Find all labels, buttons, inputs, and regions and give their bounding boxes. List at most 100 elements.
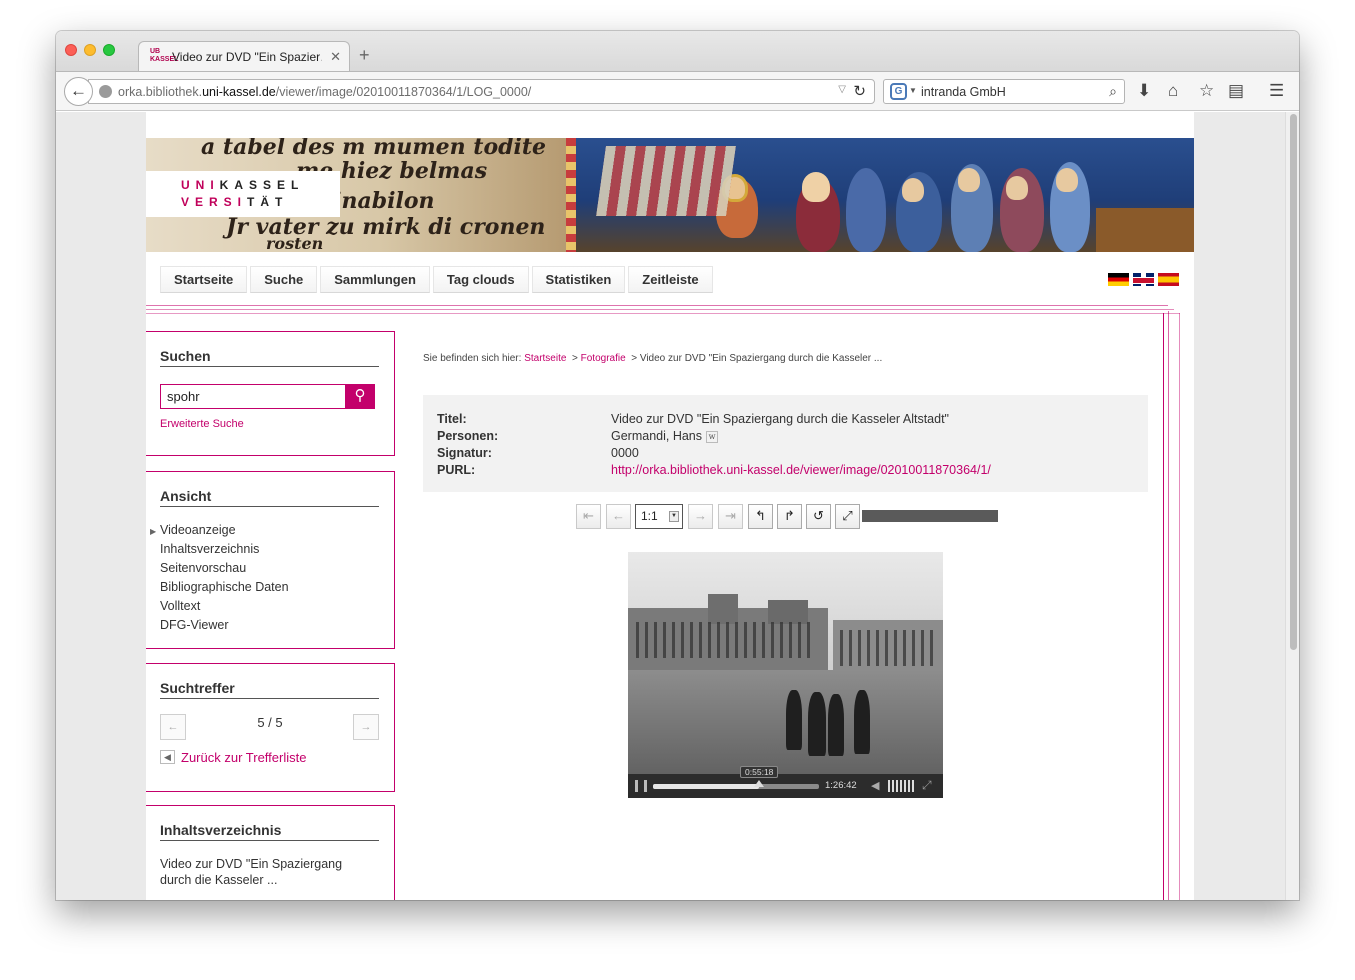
search-input[interactable] bbox=[160, 384, 347, 409]
view-item-label: Videoanzeige bbox=[160, 523, 236, 537]
url-text[interactable]: orka.bibliothek.uni-kassel.de/viewer/ima… bbox=[118, 85, 531, 99]
home-icon[interactable]: ⌂ bbox=[1168, 81, 1178, 101]
vertical-scrollbar[interactable] bbox=[1285, 112, 1299, 900]
search-bar[interactable]: G ▼ intranda GmbH ⌕ bbox=[883, 79, 1125, 104]
next-hit-button[interactable]: → bbox=[353, 714, 379, 740]
english-flag-icon[interactable] bbox=[1133, 273, 1154, 286]
wikipedia-icon[interactable]: w bbox=[706, 430, 719, 443]
view-item-inhaltsverzeichnis[interactable]: Inhaltsverzeichnis bbox=[160, 541, 289, 560]
last-page-icon[interactable]: ⇥ bbox=[718, 504, 743, 529]
video-frame bbox=[854, 690, 870, 754]
fullscreen-icon[interactable]: ⤢ bbox=[835, 504, 860, 529]
back-arrow-icon[interactable]: ◀ bbox=[160, 750, 175, 764]
tab-close-icon[interactable]: ✕ bbox=[330, 49, 341, 65]
search-submit-button[interactable]: ⚲ bbox=[345, 384, 375, 409]
next-page-icon[interactable]: → bbox=[688, 504, 713, 529]
persons-value: Germandi, Hans bbox=[611, 429, 703, 443]
web-page: a tabel des m mumen todite me hiez belma… bbox=[146, 112, 1194, 900]
frame-line bbox=[1168, 311, 1169, 900]
video-frame bbox=[840, 630, 936, 666]
frame-line bbox=[1163, 313, 1164, 900]
volume-slider[interactable] bbox=[888, 780, 916, 792]
browser-tab[interactable]: UB KASSEL Video zur DVD "Ein Spazier… ✕ bbox=[138, 41, 350, 71]
spanish-flag-icon[interactable] bbox=[1158, 273, 1179, 286]
search-engine-icon[interactable]: G bbox=[890, 83, 907, 100]
url-dropdown-icon[interactable]: ▽ bbox=[838, 84, 846, 95]
persons-label: Personen: bbox=[437, 429, 499, 443]
persons-value-row: Germandi, Hans w bbox=[611, 429, 719, 443]
signature-label: Signatur: bbox=[437, 446, 492, 460]
page-viewport: a tabel des m mumen todite me hiez belma… bbox=[56, 112, 1299, 900]
previous-hit-button[interactable]: ← bbox=[160, 714, 186, 740]
search-hits-box: Suchtreffer ← 5 / 5 → ◀ Zurück zur Treff… bbox=[146, 663, 395, 792]
rotate-right-icon[interactable]: ↱ bbox=[777, 504, 802, 529]
first-page-icon[interactable]: ⇤ bbox=[576, 504, 601, 529]
tab-title: Video zur DVD "Ein Spazier… bbox=[172, 50, 322, 64]
zoom-slider[interactable] bbox=[862, 510, 998, 522]
video-frame bbox=[636, 622, 816, 658]
video-frame bbox=[786, 690, 802, 750]
search-icon[interactable]: ⌕ bbox=[1109, 83, 1117, 100]
breadcrumb-home-link[interactable]: Startseite bbox=[524, 353, 566, 364]
reload-icon[interactable]: ↻ bbox=[853, 82, 866, 100]
search-engine-caret-icon[interactable]: ▼ bbox=[909, 86, 917, 95]
video-progress-fill bbox=[653, 784, 760, 789]
frame-line bbox=[146, 305, 1168, 306]
logo-versi: VERSI bbox=[181, 195, 248, 209]
frame-line bbox=[146, 313, 1180, 314]
nav-statistiken[interactable]: Statistiken bbox=[531, 266, 626, 293]
video-frame bbox=[808, 692, 826, 756]
university-logo[interactable]: UNIKASSEL VERSITÄT bbox=[146, 171, 340, 217]
signature-value: 0000 bbox=[611, 446, 639, 460]
new-tab-button[interactable]: + bbox=[359, 46, 370, 64]
nav-sammlungen[interactable]: Sammlungen bbox=[320, 266, 430, 293]
nav-tag-clouds[interactable]: Tag clouds bbox=[432, 266, 529, 293]
back-button[interactable]: ← bbox=[64, 77, 93, 106]
nav-suche[interactable]: Suche bbox=[250, 266, 318, 293]
window-zoom-button[interactable] bbox=[103, 44, 115, 56]
video-frame bbox=[708, 594, 738, 624]
zoom-select[interactable]: 1:1 ▼ bbox=[635, 504, 683, 529]
browser-window: UB KASSEL Video zur DVD "Ein Spazier… ✕ … bbox=[56, 31, 1299, 900]
breadcrumb-category-link[interactable]: Fotografie bbox=[581, 353, 626, 364]
window-minimize-button[interactable] bbox=[84, 44, 96, 56]
breadcrumb-current: Video zur DVD "Ein Spaziergang durch die… bbox=[639, 353, 883, 364]
view-item-videoanzeige[interactable]: ▶ Videoanzeige bbox=[150, 522, 289, 541]
seek-handle-icon[interactable] bbox=[754, 780, 765, 787]
logo-uni: UNI bbox=[181, 178, 220, 192]
url-domain: uni-kassel.de bbox=[202, 85, 276, 99]
video-fullscreen-icon[interactable]: ⤢ bbox=[922, 778, 932, 793]
video-player[interactable]: 1:26:42 ◀ ⤢ 0:55:18 bbox=[628, 552, 943, 798]
advanced-search-link[interactable]: Erweiterte Suche bbox=[160, 418, 244, 430]
view-item-volltext[interactable]: Volltext bbox=[160, 598, 289, 617]
reading-list-icon[interactable]: ▤ bbox=[1228, 81, 1244, 101]
video-seek-bar[interactable] bbox=[653, 784, 819, 789]
window-close-button[interactable] bbox=[65, 44, 77, 56]
menu-icon[interactable]: ☰ bbox=[1269, 81, 1284, 101]
previous-page-icon[interactable]: ← bbox=[606, 504, 631, 529]
rotate-left-icon[interactable]: ↰ bbox=[748, 504, 773, 529]
search-bar-text[interactable]: intranda GmbH bbox=[921, 85, 1006, 99]
nav-startseite[interactable]: Startseite bbox=[160, 266, 248, 293]
video-duration: 1:26:42 bbox=[825, 780, 857, 791]
pause-icon[interactable] bbox=[635, 780, 647, 792]
breadcrumb: Sie befinden sich hier: Startseite > Fot… bbox=[423, 353, 882, 364]
toc-entry[interactable]: Video zur DVD "Ein Spaziergang durch die… bbox=[160, 856, 375, 888]
volume-icon[interactable]: ◀ bbox=[871, 779, 879, 792]
main-navigation: Startseite Suche Sammlungen Tag clouds S… bbox=[160, 266, 716, 293]
view-item-seitenvorschau[interactable]: Seitenvorschau bbox=[160, 560, 289, 579]
url-bar[interactable]: orka.bibliothek.uni-kassel.de/viewer/ima… bbox=[88, 79, 875, 104]
german-flag-icon[interactable] bbox=[1108, 273, 1129, 286]
toc-box: Inhaltsverzeichnis Video zur DVD "Ein Sp… bbox=[146, 805, 395, 900]
frame-line bbox=[146, 309, 1174, 310]
bookmark-star-icon[interactable]: ☆ bbox=[1199, 81, 1214, 101]
view-item-dfg-viewer[interactable]: DFG-Viewer bbox=[160, 617, 289, 636]
reset-rotation-icon[interactable]: ↺ bbox=[806, 504, 831, 529]
back-to-hitlist-link[interactable]: Zurück zur Trefferliste bbox=[181, 750, 306, 765]
scrollbar-thumb[interactable] bbox=[1290, 114, 1297, 650]
nav-zeitleiste[interactable]: Zeitleiste bbox=[628, 266, 713, 293]
view-item-bibliographische-daten[interactable]: Bibliographische Daten bbox=[160, 579, 289, 598]
download-icon[interactable]: ⬇ bbox=[1137, 81, 1151, 101]
purl-link[interactable]: http://orka.bibliothek.uni-kassel.de/vie… bbox=[611, 463, 991, 477]
breadcrumb-separator: > bbox=[572, 353, 578, 364]
